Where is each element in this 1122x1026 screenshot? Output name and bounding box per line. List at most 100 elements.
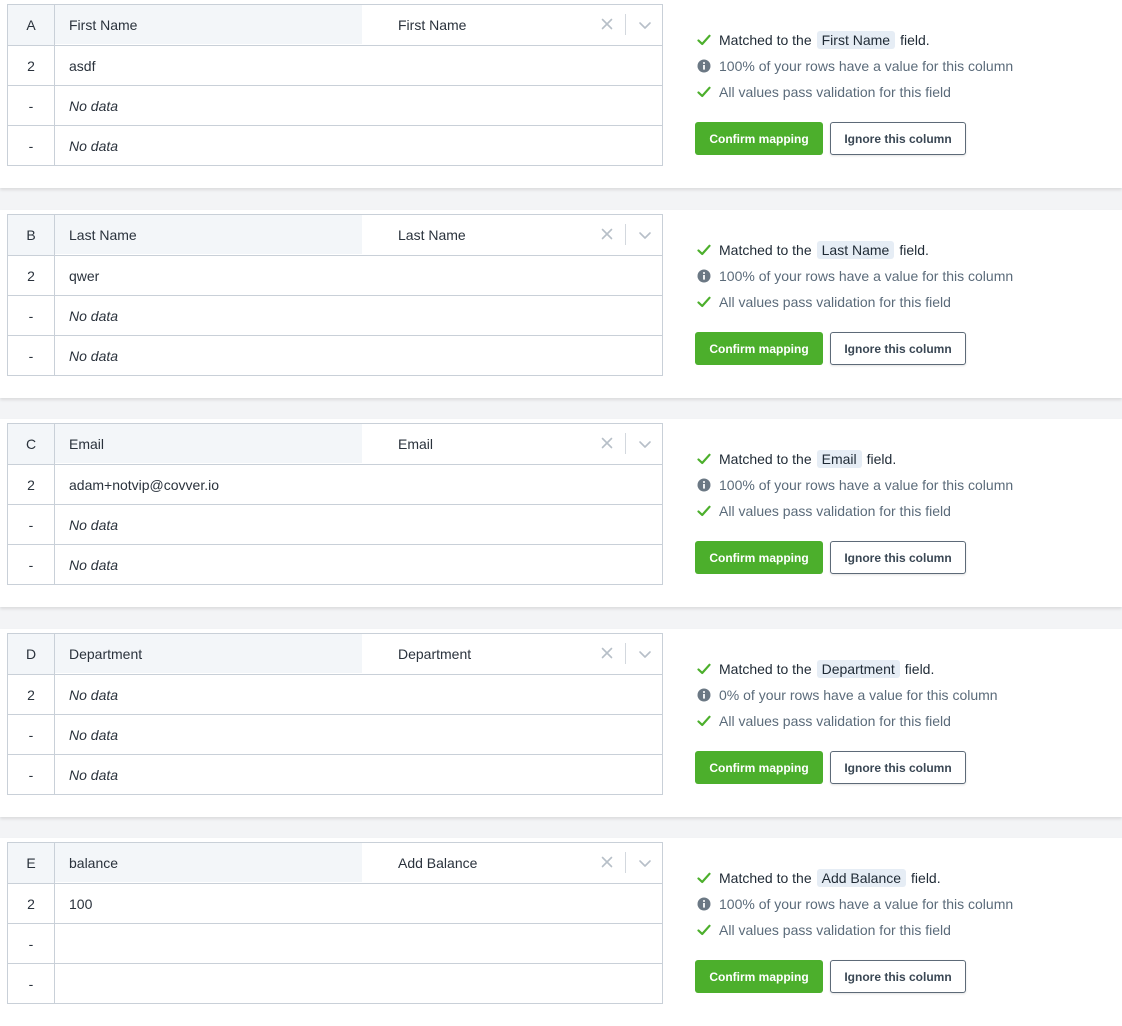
row-index: - — [8, 505, 55, 544]
cell-value: qwer — [69, 267, 100, 284]
row-index: - — [8, 126, 55, 165]
confirm-mapping-button[interactable]: Confirm mapping — [695, 960, 823, 993]
coverage-status: 100% of your rows have a value for this … — [696, 263, 1013, 289]
matched-field-tag: Department — [816, 660, 900, 678]
matched-prefix: Matched to the — [719, 451, 812, 467]
ignore-column-button[interactable]: Ignore this column — [830, 332, 966, 365]
confirm-mapping-button[interactable]: Confirm mapping — [695, 122, 823, 155]
chevron-down-icon[interactable] — [638, 647, 652, 661]
field-select[interactable]: Department — [362, 634, 662, 674]
check-icon — [696, 713, 712, 729]
selected-field: Department — [398, 646, 472, 662]
mapping-actions: Confirm mapping Ignore this column — [695, 332, 966, 365]
clear-icon[interactable] — [600, 646, 614, 660]
column-card: D Department Department 2 No data - No d… — [0, 629, 1122, 817]
coverage-status: 100% of your rows have a value for this … — [696, 472, 1013, 498]
validation-status: All values pass validation for this fiel… — [696, 498, 1013, 524]
matched-field-tag: Add Balance — [816, 869, 907, 887]
column-header-row: D Department Department — [8, 634, 662, 674]
cell-value: No data — [69, 97, 119, 114]
cell-value: No data — [69, 726, 119, 743]
chevron-down-icon[interactable] — [638, 18, 652, 32]
cell-value: No data — [69, 556, 119, 573]
selected-field: Last Name — [398, 227, 466, 243]
column-header-row: B Last Name Last Name — [8, 215, 662, 255]
clear-icon[interactable] — [600, 227, 614, 241]
validation-text: All values pass validation for this fiel… — [719, 713, 951, 729]
coverage-text: 100% of your rows have a value for this … — [719, 268, 1014, 284]
coverage-text: 0% of your rows have a value for this co… — [719, 687, 998, 703]
column-letter: E — [8, 843, 55, 883]
validation-text: All values pass validation for this fiel… — [719, 922, 951, 938]
coverage-status: 100% of your rows have a value for this … — [696, 891, 1013, 917]
selected-field: First Name — [398, 17, 467, 33]
matched-prefix: Matched to the — [719, 32, 812, 48]
matched-status: Matched to the Last Name field. — [696, 237, 1013, 263]
row-index: 2 — [8, 46, 55, 85]
check-icon — [696, 870, 712, 886]
column-preview-table: A First Name First Name 2 asdf - No data… — [7, 4, 663, 166]
cell-value — [55, 964, 662, 1003]
ignore-column-button[interactable]: Ignore this column — [830, 541, 966, 574]
field-select[interactable]: Add Balance — [362, 843, 662, 883]
coverage-text: 100% of your rows have a value for this … — [719, 896, 1014, 912]
matched-prefix: Matched to the — [719, 242, 812, 258]
validation-status: All values pass validation for this fiel… — [696, 289, 1013, 315]
select-separator — [625, 643, 626, 664]
selected-field: Add Balance — [398, 855, 478, 871]
matched-field-tag: Email — [816, 450, 862, 468]
chevron-down-icon[interactable] — [638, 856, 652, 870]
row-index: - — [8, 755, 55, 794]
mapping-actions: Confirm mapping Ignore this column — [695, 541, 966, 574]
row-index: 2 — [8, 675, 55, 714]
column-preview-table: C Email Email 2 adam+notvip@covver.io - … — [7, 423, 663, 585]
field-select[interactable]: First Name — [362, 5, 662, 45]
table-row: - No data — [8, 295, 662, 335]
table-row: - No data — [8, 714, 662, 754]
field-select[interactable]: Email — [362, 424, 662, 464]
info-icon — [696, 268, 712, 284]
cell-value — [55, 924, 662, 963]
cell-value: asdf — [69, 57, 96, 74]
field-select[interactable]: Last Name — [362, 215, 662, 255]
mapping-actions: Confirm mapping Ignore this column — [695, 751, 966, 784]
column-letter: A — [8, 5, 55, 45]
coverage-status: 0% of your rows have a value for this co… — [696, 682, 998, 708]
selected-field: Email — [398, 436, 434, 452]
clear-icon[interactable] — [600, 17, 614, 31]
coverage-text: 100% of your rows have a value for this … — [719, 58, 1014, 74]
mapping-actions: Confirm mapping Ignore this column — [695, 122, 966, 155]
source-column-name: balance — [55, 843, 362, 882]
confirm-mapping-button[interactable]: Confirm mapping — [695, 541, 823, 574]
validation-status: All values pass validation for this fiel… — [696, 79, 1013, 105]
ignore-column-button[interactable]: Ignore this column — [830, 960, 966, 993]
matched-suffix: field. — [900, 32, 930, 48]
select-separator — [625, 433, 626, 454]
ignore-column-button[interactable]: Ignore this column — [830, 751, 966, 784]
source-column-name: Department — [55, 634, 362, 673]
clear-icon[interactable] — [600, 855, 614, 869]
mapping-status: Matched to the Email field. 100% of your… — [696, 446, 1013, 524]
row-index: 2 — [8, 256, 55, 295]
confirm-mapping-button[interactable]: Confirm mapping — [695, 332, 823, 365]
mapping-status: Matched to the Add Balance field. 100% o… — [696, 865, 1013, 943]
matched-status: Matched to the Department field. — [696, 656, 998, 682]
chevron-down-icon[interactable] — [638, 437, 652, 451]
row-index: 2 — [8, 465, 55, 504]
ignore-column-button[interactable]: Ignore this column — [830, 122, 966, 155]
row-index: 2 — [8, 884, 55, 923]
source-column-name: Last Name — [55, 215, 362, 254]
mapping-status: Matched to the Last Name field. 100% of … — [696, 237, 1013, 315]
chevron-down-icon[interactable] — [638, 228, 652, 242]
mapping-actions: Confirm mapping Ignore this column — [695, 960, 966, 993]
table-row: - — [8, 963, 662, 1003]
row-index: - — [8, 545, 55, 584]
clear-icon[interactable] — [600, 436, 614, 450]
table-row: - No data — [8, 85, 662, 125]
confirm-mapping-button[interactable]: Confirm mapping — [695, 751, 823, 784]
column-letter: C — [8, 424, 55, 464]
check-icon — [696, 242, 712, 258]
info-icon — [696, 896, 712, 912]
matched-field-tag: Last Name — [816, 241, 895, 259]
column-header-row: E balance Add Balance — [8, 843, 662, 883]
